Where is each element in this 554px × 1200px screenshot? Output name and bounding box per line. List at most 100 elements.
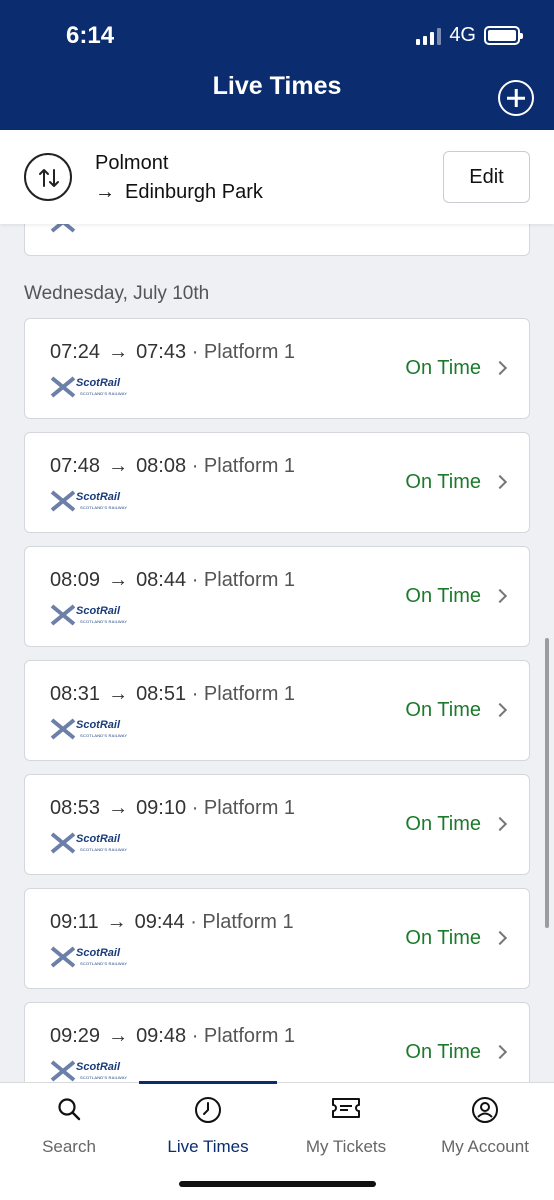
page-title: Live Times — [212, 72, 342, 100]
status-label: On Time — [405, 585, 481, 607]
journey-arrow: → — [108, 569, 129, 591]
platform-label: · Platform 1 — [190, 911, 294, 933]
logo-text: ScotRail — [76, 833, 121, 845]
swap-direction-button[interactable] — [24, 153, 72, 201]
journey-times: 08:09 → 08:44 · Platform 1 — [50, 569, 295, 592]
status-label: On Time — [405, 813, 481, 835]
journey-times: 09:11 → 09:44 · Platform 1 — [50, 911, 294, 934]
route-origin: Polmont — [95, 152, 169, 174]
network-label: 4G — [449, 24, 476, 46]
status-label: On Time — [405, 357, 481, 379]
journey-arrow: → — [108, 797, 129, 819]
arrive-time: 09:48 — [136, 1025, 187, 1047]
platform-label: · Platform 1 — [191, 455, 296, 477]
depart-time: 08:09 — [50, 569, 101, 591]
tab-label: Live Times — [167, 1137, 249, 1156]
edit-button[interactable]: Edit — [443, 151, 530, 203]
depart-time: 08:53 — [50, 797, 101, 819]
scotrail-logo: ScotRail SCOTLAND'S RAILWAY — [50, 1059, 127, 1083]
status-indicators: 4G — [416, 24, 523, 47]
scotrail-logo: ScotRail SCOTLAND'S RAILWAY — [50, 717, 127, 741]
journey-times: 08:53 → 09:10 · Platform 1 — [50, 797, 295, 820]
depart-time: 07:24 — [50, 341, 101, 363]
journey-times: 07:48 → 08:08 · Platform 1 — [50, 455, 295, 478]
home-indicator[interactable] — [179, 1181, 376, 1187]
tab-label: Search — [42, 1137, 96, 1156]
status-time: 6:14 — [66, 22, 115, 49]
tab-live-times[interactable]: Live Times — [139, 1082, 277, 1162]
date-heading: Wednesday, July 10th — [24, 283, 210, 304]
chevron-right-icon — [492, 474, 508, 490]
destination-label: Edinburgh Park — [125, 181, 263, 203]
logo-text: ScotRail — [76, 491, 121, 503]
status-label: On Time — [405, 1041, 481, 1063]
arrive-time: 08:44 — [136, 569, 187, 591]
journey-card[interactable]: 08:53 → 09:10 · Platform 1 ScotRail SCOTLAND… — [24, 774, 530, 875]
platform-label: · Platform 1 — [191, 1025, 296, 1047]
depart-time: 09:11 — [50, 911, 99, 933]
logo-tagline: SCOTLAND'S RAILWAY — [80, 847, 128, 852]
journey-card[interactable]: 08:31 → 08:51 · Platform 1 ScotRail SCOTLAND… — [24, 660, 530, 761]
chevron-right-icon — [492, 360, 508, 376]
swap-icon — [39, 169, 59, 187]
signal-icon — [416, 27, 442, 45]
logo-text: ScotRail — [76, 377, 121, 389]
arrive-time: 09:44 — [134, 911, 185, 933]
add-icon[interactable] — [498, 80, 534, 116]
depart-time: 09:29 — [50, 1025, 101, 1047]
arrive-time: 08:51 — [136, 683, 187, 705]
logo-tagline: SCOTLAND'S RAILWAY — [80, 619, 128, 624]
depart-time: 08:31 — [50, 683, 101, 705]
chevron-right-icon — [492, 1044, 508, 1060]
arrive-time: 07:43 — [136, 341, 187, 363]
platform-label: · Platform 1 — [191, 797, 296, 819]
tab-my-tickets[interactable]: My Tickets — [277, 1082, 415, 1162]
scotrail-logo: ScotRail SCOTLAND'S RAILWAY — [50, 603, 127, 627]
scotrail-logo: ScotRail SCOTLAND'S RAILWAY — [50, 375, 127, 399]
chevron-right-icon — [492, 930, 508, 946]
scotrail-logo: ScotRail SCOTLAND'S RAILWAY — [50, 489, 127, 513]
journey-card[interactable]: 08:09 → 08:44 · Platform 1 ScotRail SCOTLAND… — [24, 546, 530, 647]
journey-card[interactable]: 07:48 → 08:08 · Platform 1 ScotRail SCOTLAND… — [24, 432, 530, 533]
app-header: 6:14 4G Live Times — [0, 0, 554, 130]
platform-label: · Platform 1 — [191, 683, 296, 705]
arrive-time: 09:10 — [136, 797, 187, 819]
logo-tagline: SCOTLAND'S RAILWAY — [80, 505, 128, 510]
journey-times: 07:24 → 07:43 · Platform 1 — [50, 341, 295, 364]
journey-card[interactable]: 07:24 → 07:43 · Platform 1 ScotRail SCOTLAND… — [24, 318, 530, 419]
chevron-right-icon — [492, 816, 508, 832]
journey-arrow: → — [108, 455, 129, 477]
status-label: On Time — [405, 471, 481, 493]
tab-my-account[interactable]: My Account — [416, 1082, 554, 1162]
clock-icon — [195, 1097, 221, 1123]
scrollbar[interactable] — [545, 638, 549, 928]
arrive-time: 08:08 — [136, 455, 187, 477]
depart-time: 07:48 — [50, 455, 101, 477]
platform-label: · Platform 1 — [191, 569, 296, 591]
logo-text: ScotRail — [76, 605, 121, 617]
account-icon — [472, 1097, 498, 1123]
journey-arrow: → — [108, 683, 129, 705]
route-arrow: → — [95, 181, 115, 203]
tab-search[interactable]: Search — [0, 1082, 138, 1162]
logo-tagline: SCOTLAND'S RAILWAY — [80, 391, 128, 396]
ticket-icon — [332, 1098, 360, 1118]
journey-arrow: → — [108, 1025, 129, 1047]
journey-times: 08:31 → 08:51 · Platform 1 — [50, 683, 295, 706]
chevron-right-icon — [492, 702, 508, 718]
logo-text: ScotRail — [76, 947, 121, 959]
scotrail-logo: ScotRail SCOTLAND'S RAILWAY — [50, 945, 127, 969]
journey-arrow: → — [108, 341, 129, 363]
scotrail-logo: ScotRail SCOTLAND'S RAILWAY — [50, 831, 127, 855]
logo-text: ScotRail — [76, 1061, 121, 1073]
chevron-right-icon — [492, 588, 508, 604]
journey-card[interactable]: 09:11 → 09:44 · Platform 1 ScotRail SCOTLAND… — [24, 888, 530, 989]
logo-tagline: SCOTLAND'S RAILWAY — [80, 733, 128, 738]
platform-label: · Platform 1 — [191, 341, 296, 363]
search-icon — [58, 1098, 81, 1121]
logo-tagline: SCOTLAND'S RAILWAY — [80, 961, 128, 966]
battery-icon — [484, 26, 523, 45]
route-destination: → Edinburgh Park — [95, 181, 263, 204]
status-label: On Time — [405, 927, 481, 949]
tab-label: My Account — [441, 1137, 529, 1156]
